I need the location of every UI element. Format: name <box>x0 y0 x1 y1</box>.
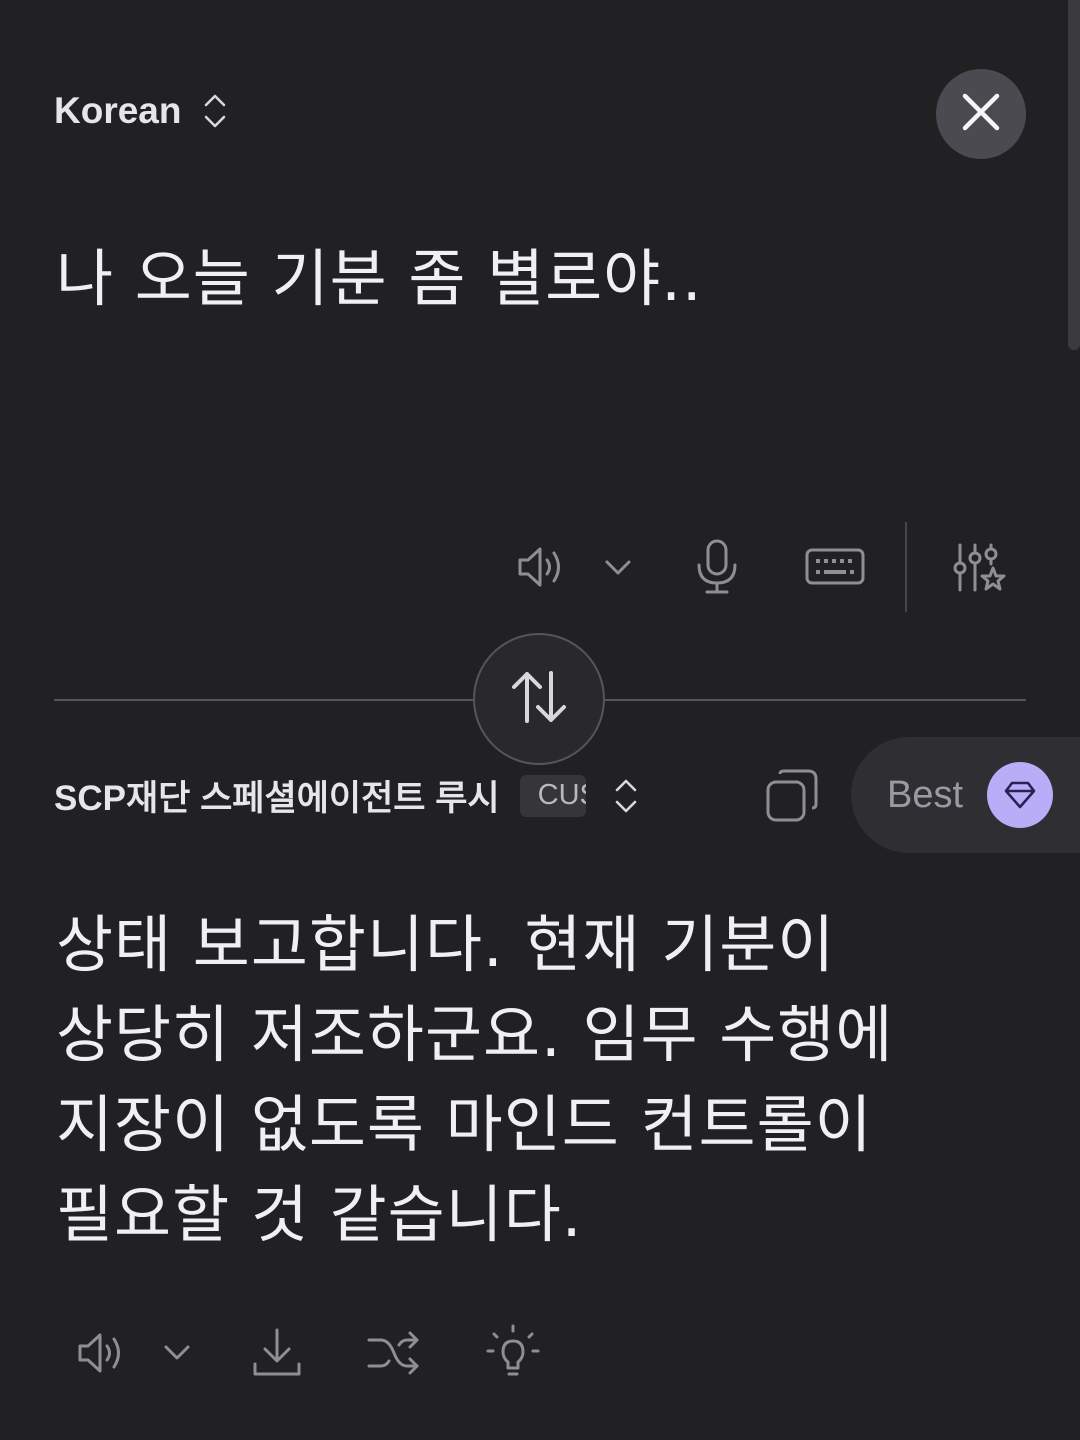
settings-sliders-star-icon[interactable] <box>950 540 1008 598</box>
download-icon[interactable] <box>250 1326 304 1380</box>
translated-text[interactable]: 상태 보고합니다. 현재 기분이 상당히 저조하군요. 임무 수행에 지장이 없… <box>56 900 1016 1260</box>
chevron-down-icon[interactable] <box>162 1340 192 1364</box>
source-language-label: Korean <box>54 90 182 131</box>
source-text[interactable]: 나 오늘 기분 좀 별로야.. <box>56 228 703 318</box>
updown-chevron-icon <box>203 91 227 131</box>
target-language-selector[interactable]: SCP재단 스페셜에이전트 루시 CUSTOM <box>54 770 638 821</box>
section-divider-left <box>54 699 474 701</box>
quality-label: Best <box>887 773 964 816</box>
quality-best-button[interactable]: Best <box>851 737 1080 853</box>
chevron-down-icon[interactable] <box>603 555 633 579</box>
speaker-icon[interactable] <box>515 540 569 594</box>
toolbar-divider <box>905 522 907 612</box>
microphone-icon[interactable] <box>694 538 740 596</box>
keyboard-icon[interactable] <box>805 547 865 587</box>
scrollbar[interactable] <box>1068 0 1080 350</box>
copy-icon[interactable] <box>764 768 820 824</box>
close-icon <box>961 92 1001 136</box>
speaker-icon[interactable] <box>75 1326 129 1380</box>
close-button[interactable] <box>936 69 1026 159</box>
swap-arrows-icon <box>507 669 571 729</box>
swap-languages-button[interactable] <box>473 633 605 765</box>
custom-badge: CUSTOM <box>519 774 586 817</box>
lightbulb-icon[interactable] <box>485 1324 541 1382</box>
gem-icon <box>987 762 1054 828</box>
updown-chevron-icon <box>614 776 638 816</box>
section-divider-right <box>605 699 1026 701</box>
target-language-label: SCP재단 스페셜에이전트 루시 <box>54 779 500 818</box>
shuffle-icon[interactable] <box>365 1328 423 1378</box>
source-language-selector[interactable]: Korean <box>54 90 227 132</box>
